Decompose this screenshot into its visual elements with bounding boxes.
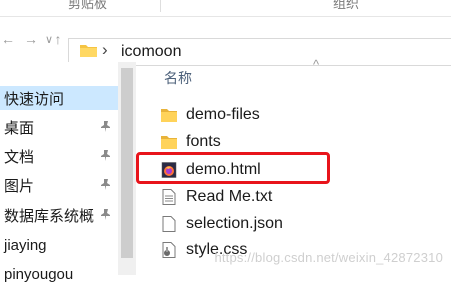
folder-icon <box>161 109 177 122</box>
column-header-name[interactable]: 名称 <box>164 68 192 88</box>
file-name: selection.json <box>186 215 283 232</box>
sort-chevron-up-icon: ^ <box>313 57 320 72</box>
sidebar-item-label: jiaying <box>4 236 47 254</box>
ribbon-group-clipboard[interactable]: 剪贴板 <box>68 0 107 12</box>
pin-icon[interactable] <box>100 178 112 194</box>
sidebar-item-documents[interactable]: 文档 <box>0 144 118 168</box>
json-file-icon <box>162 216 176 232</box>
pin-icon[interactable] <box>100 208 112 224</box>
scrollbar-thumb[interactable] <box>121 68 133 258</box>
sidebar-item-jiaying[interactable]: jiaying <box>0 233 118 257</box>
file-row-readme-txt[interactable]: Read Me.txt <box>161 185 272 209</box>
sidebar-item-label: 文档 <box>4 148 35 166</box>
text-file-icon <box>162 189 176 205</box>
sidebar-item-label: 图片 <box>4 177 35 195</box>
breadcrumb-separator: › <box>102 40 108 59</box>
navigation-pane-scrollbar[interactable] <box>118 62 136 275</box>
sidebar-item-label: 桌面 <box>4 119 35 137</box>
navigation-pane: 快速访问 桌面 文档 图片 数据库系统概 jiaying pinyougou <box>0 62 118 283</box>
back-button[interactable]: ← <box>0 28 16 50</box>
breadcrumb-current-folder[interactable]: icomoon <box>121 43 181 61</box>
forward-button[interactable]: → <box>22 28 40 50</box>
sidebar-item-label: pinyougou <box>4 265 74 283</box>
ribbon-group-strip: 剪贴板 组织 <box>0 0 451 17</box>
sidebar-item-database[interactable]: 数据库系统概 <box>0 203 118 227</box>
css-file-icon <box>162 242 176 258</box>
folder-icon <box>80 45 97 57</box>
sidebar-item-label: 数据库系统概 <box>4 207 95 225</box>
file-name: demo-files <box>186 106 260 123</box>
file-name: Read Me.txt <box>186 188 273 205</box>
sidebar-item-pinyougou[interactable]: pinyougou <box>0 262 118 286</box>
folder-icon <box>161 136 177 149</box>
sidebar-item-quick-access[interactable]: 快速访问 <box>0 86 118 110</box>
pin-icon[interactable] <box>100 120 112 136</box>
file-name: fonts <box>186 133 221 150</box>
file-row-demo-files[interactable]: demo-files <box>161 103 260 127</box>
ribbon-group-organize[interactable]: 组织 <box>333 0 359 12</box>
ribbon-divider <box>160 0 161 12</box>
sidebar-item-desktop[interactable]: 桌面 <box>0 115 118 139</box>
highlight-box <box>136 152 330 184</box>
up-button[interactable]: ↑ <box>50 28 66 50</box>
file-row-selection-json[interactable]: selection.json <box>161 212 283 236</box>
navigation-bar: ← → ∨ ↑ › icomoon <box>0 17 451 66</box>
sidebar-item-label: 快速访问 <box>4 90 65 108</box>
pin-icon[interactable] <box>100 149 112 165</box>
file-row-fonts[interactable]: fonts <box>161 130 221 154</box>
sidebar-item-pictures[interactable]: 图片 <box>0 173 118 197</box>
watermark: https://blog.csdn.net/weixin_42872310 <box>214 250 443 265</box>
